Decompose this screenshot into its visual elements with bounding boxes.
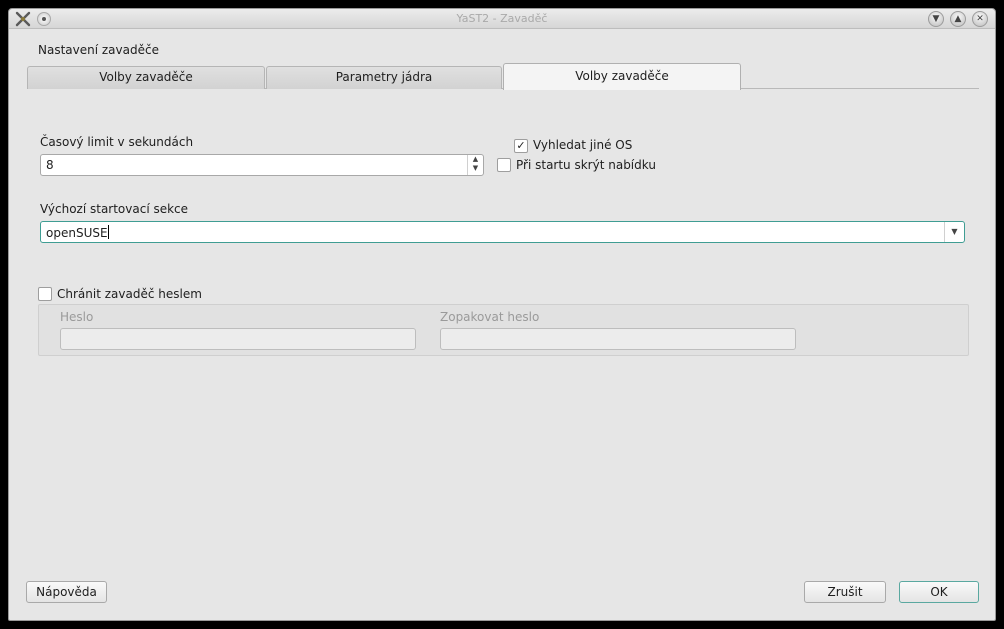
timeout-spinbox[interactable]: 8 ▲ ▼ xyxy=(40,154,484,176)
minimize-button[interactable]: ▼ xyxy=(928,11,944,27)
tab-bootloader-options-1[interactable]: Volby zavaděče xyxy=(27,66,265,89)
probe-os-label: Vyhledat jiné OS xyxy=(533,138,633,152)
tab-bar: Volby zavaděče Parametry jádra Volby zav… xyxy=(27,63,979,90)
title-bar: YaST2 - Zavaděč ▼ ▲ ✕ xyxy=(9,9,995,29)
protect-password-label: Chránit zavaděč heslem xyxy=(57,287,202,301)
spin-down-icon[interactable]: ▼ xyxy=(468,164,483,173)
dialog-content: Nastavení zavaděče Volby zavaděče Parame… xyxy=(9,30,995,622)
password-field[interactable] xyxy=(60,328,416,350)
spin-up-icon[interactable]: ▲ xyxy=(468,155,483,164)
repeat-password-field[interactable] xyxy=(440,328,796,350)
password-label: Heslo xyxy=(60,310,94,324)
dropdown-arrow-icon[interactable]: ▼ xyxy=(944,222,964,242)
probe-os-checkbox[interactable]: ✓ xyxy=(514,139,528,153)
text-cursor xyxy=(107,225,109,239)
timeout-value: 8 xyxy=(46,158,54,172)
page-title: Nastavení zavaděče xyxy=(38,43,159,57)
yast-window: YaST2 - Zavaděč ▼ ▲ ✕ Nastavení zavaděče… xyxy=(8,8,996,621)
default-section-combobox[interactable]: openSUSE ▼ xyxy=(40,221,965,243)
timeout-label: Časový limit v sekundách xyxy=(40,135,194,149)
default-section-label: Výchozí startovací sekce xyxy=(40,202,189,216)
repeat-password-label: Zopakovat heslo xyxy=(440,310,540,324)
maximize-button[interactable]: ▲ xyxy=(950,11,966,27)
cancel-button[interactable]: Zrušit xyxy=(804,581,886,603)
hide-menu-label: Při startu skrýt nabídku xyxy=(516,158,656,172)
ok-button[interactable]: OK xyxy=(899,581,979,603)
spin-arrows[interactable]: ▲ ▼ xyxy=(467,155,483,175)
hide-menu-checkbox[interactable] xyxy=(497,158,511,172)
tab-kernel-parameters[interactable]: Parametry jádra xyxy=(266,66,502,89)
close-button[interactable]: ✕ xyxy=(972,11,988,27)
tab-bootloader-options-2[interactable]: Volby zavaděče xyxy=(503,63,741,90)
window-title: YaST2 - Zavaděč xyxy=(456,12,548,25)
help-button[interactable]: Nápověda xyxy=(26,581,107,603)
protect-password-checkbox[interactable] xyxy=(38,287,52,301)
default-section-value: openSUSE xyxy=(46,226,108,240)
